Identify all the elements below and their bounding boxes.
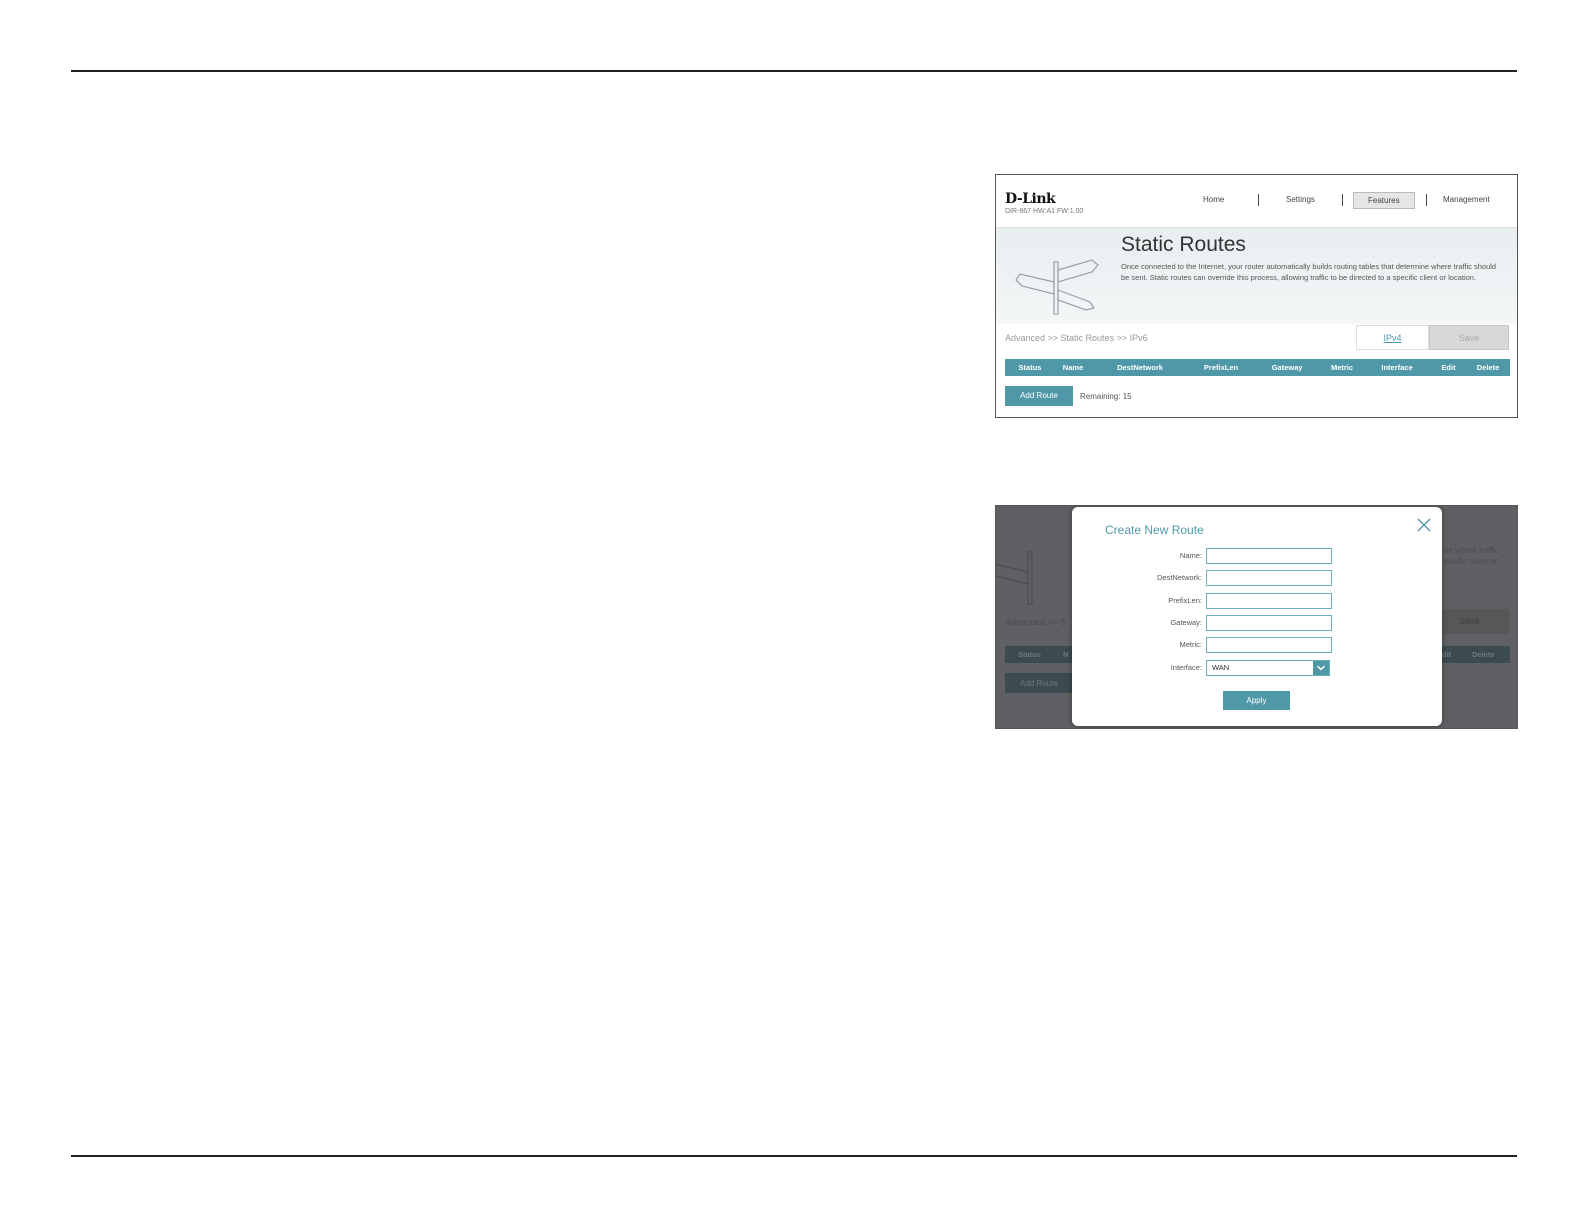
routes-table-header: Status Name DestNetwork PrefixLen Gatewa… — [1005, 359, 1510, 376]
col-name: Name — [1062, 363, 1084, 372]
gateway-row: Gateway: — [1072, 615, 1442, 631]
page-title: Static Routes — [1121, 233, 1246, 256]
col-gateway: Gateway — [1271, 363, 1303, 372]
col-metric: Metric — [1330, 363, 1354, 372]
bg-col-delete: Delete — [1472, 650, 1495, 659]
remaining-count: Remaining: 15 — [1080, 392, 1132, 401]
destnetwork-label: DestNetwork: — [1156, 573, 1202, 582]
nav-home[interactable]: Home — [1203, 195, 1224, 204]
bg-col-name: N — [1063, 650, 1069, 659]
add-route-button[interactable]: Add Route — [1005, 386, 1073, 406]
bottom-rule — [71, 1155, 1517, 1157]
gateway-label: Gateway: — [1170, 618, 1202, 627]
header-bar: D-Link DIR-867 HW:A1 FW:1.00 Home Settin… — [996, 175, 1517, 228]
destnetwork-row: DestNetwork: — [1072, 570, 1442, 586]
bg-add-route-label: Add Route — [1020, 679, 1058, 688]
breadcrumb: Advanced >> Static Routes >> IPv6 — [1005, 333, 1148, 343]
dlink-logo: D-Link — [1005, 191, 1056, 207]
nav-settings[interactable]: Settings — [1286, 195, 1315, 204]
metric-input[interactable] — [1206, 637, 1332, 653]
bg-col-edit: dit — [1442, 650, 1452, 659]
breadcrumb-bar: Advanced >> Static Routes >> IPv6 IPv4 S… — [996, 325, 1517, 351]
metric-row: Metric: — [1072, 637, 1442, 653]
nav-features[interactable]: Features — [1353, 192, 1415, 209]
apply-button[interactable]: Apply — [1223, 691, 1290, 710]
bg-description-fragment: ne where traffic — [1444, 546, 1499, 555]
model-info: DIR-867 HW:A1 FW:1.00 — [1005, 208, 1084, 215]
create-route-screenshot: ne where traffic pecific client or Advan… — [995, 505, 1518, 729]
metric-label: Metric: — [1179, 640, 1203, 649]
nav-separator — [1342, 194, 1343, 206]
col-status: Status — [1018, 363, 1042, 372]
col-destnetwork: DestNetwork — [1117, 363, 1163, 372]
col-interface: Interface — [1381, 363, 1413, 372]
prefixlen-input[interactable] — [1206, 593, 1332, 609]
prefixlen-label: PrefixLen: — [1168, 596, 1202, 605]
nav-separator — [1258, 194, 1259, 206]
create-route-dialog: Create New Route Name: DestNetwork: Pref… — [1072, 507, 1442, 726]
top-rule — [71, 70, 1517, 72]
col-prefixlen: PrefixLen — [1203, 363, 1239, 372]
ipv4-link[interactable]: IPv4 — [1356, 325, 1429, 350]
bg-description-fragment: pecific client or — [1444, 557, 1497, 566]
static-routes-screenshot: D-Link DIR-867 HW:A1 FW:1.00 Home Settin… — [995, 174, 1518, 418]
signpost-icon — [1015, 259, 1099, 315]
nav-separator — [1426, 194, 1427, 206]
nav-management[interactable]: Management — [1443, 195, 1490, 204]
name-label: Name: — [1179, 551, 1202, 560]
destnetwork-input[interactable] — [1206, 570, 1332, 586]
close-icon[interactable] — [1416, 517, 1432, 533]
name-row: Name: — [1072, 548, 1442, 564]
col-edit: Edit — [1441, 363, 1456, 372]
interface-selected-value: WAN — [1212, 663, 1230, 672]
bg-breadcrumb: Advanced >> S — [1005, 617, 1067, 627]
gateway-input[interactable] — [1206, 615, 1332, 631]
signpost-icon — [996, 551, 1033, 605]
interface-row: Interface: WAN — [1072, 660, 1442, 676]
col-delete: Delete — [1476, 363, 1500, 372]
name-input[interactable] — [1206, 548, 1332, 564]
bg-col-status: Status — [1018, 650, 1041, 659]
prefixlen-row: PrefixLen: — [1072, 593, 1442, 609]
page-description: Once connected to the Internet, your rou… — [1121, 262, 1497, 282]
dialog-title: Create New Route — [1105, 523, 1204, 537]
save-button[interactable]: Save — [1429, 325, 1509, 350]
interface-select[interactable]: WAN — [1206, 660, 1330, 676]
chevron-down-icon[interactable] — [1313, 661, 1329, 675]
interface-label: Interface: — [1170, 663, 1202, 672]
